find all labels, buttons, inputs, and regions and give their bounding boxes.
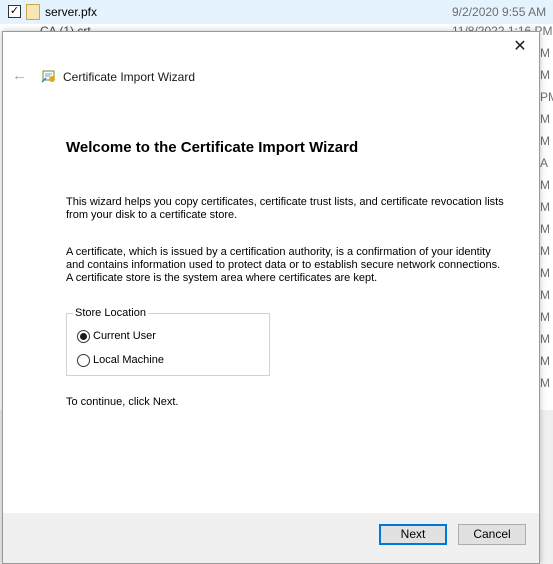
date-fragment: M [540,46,550,60]
current-user-option[interactable]: Current User [77,328,156,344]
date-fragment: M [540,310,550,324]
certificate-wizard-icon [41,70,55,83]
continue-instruction: To continue, click Next. [66,396,179,408]
cancel-button[interactable]: Cancel [458,524,526,545]
date-fragment: M [540,332,550,346]
local-machine-label[interactable]: Local Machine [93,354,164,366]
page-heading: Welcome to the Certificate Import Wizard [66,139,359,156]
date-fragment: PM [540,90,553,104]
certificate-import-wizard-dialog: ✕ ← Certificate Import Wizard Welcome to… [2,31,540,564]
date-fragment: M [540,244,550,258]
intro-paragraph: This wizard helps you copy certificates,… [66,196,504,221]
current-user-label[interactable]: Current User [93,330,156,342]
local-machine-option[interactable]: Local Machine [77,352,164,368]
back-arrow-icon[interactable]: ← [12,68,28,84]
date-fragment: A [540,156,549,170]
date-fragment: M [540,266,550,280]
certificate-file-icon [26,4,40,20]
date-fragment: M [540,288,550,302]
store-location-group: Store Location Current User Local Machin… [66,307,270,376]
date-fragment: M [540,376,550,390]
dialog-footer: Next Cancel [3,513,539,563]
description-paragraph: A certificate, which is issued by a cert… [66,246,501,284]
file-row-selected[interactable]: ✓ server.pfx 9/2/2020 9:55 AM [0,0,553,24]
close-icon[interactable]: ✕ [507,36,533,58]
current-user-radio[interactable] [77,329,90,343]
file-date: 9/2/2020 9:55 AM [452,5,547,19]
date-fragment: M [540,112,550,126]
local-machine-radio[interactable] [77,353,90,367]
date-fragment: M [540,68,550,82]
date-fragment: M [540,134,550,148]
wizard-title: Certificate Import Wizard [63,70,196,84]
date-fragment: M [540,200,550,214]
file-name[interactable]: server.pfx [45,5,97,19]
date-fragment: M [540,222,550,236]
date-fragment: M [540,178,550,192]
store-location-legend: Store Location [73,307,148,319]
date-fragment: M [540,354,550,368]
next-button[interactable]: Next [379,524,447,545]
checkbox-icon[interactable]: ✓ [8,5,21,18]
